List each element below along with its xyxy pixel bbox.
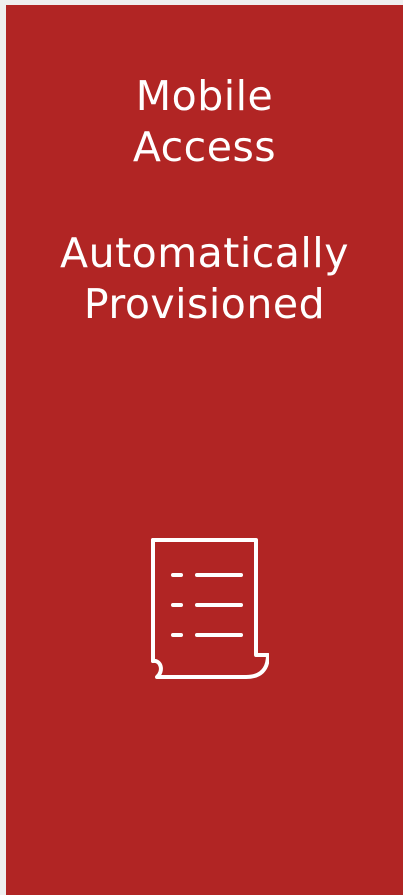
document-list-icon: [151, 538, 269, 679]
card-heading-line-2: Access: [132, 123, 277, 171]
card-heading: Mobile Access: [6, 71, 403, 173]
card-heading-line-1: Mobile: [135, 72, 274, 120]
feature-card: Mobile Access Automatically Provisioned: [6, 5, 403, 895]
card-subheading-line-2: Provisioned: [83, 280, 326, 328]
card-subheading: Automatically Provisioned: [6, 228, 403, 330]
card-subheading-line-1: Automatically: [60, 229, 349, 277]
